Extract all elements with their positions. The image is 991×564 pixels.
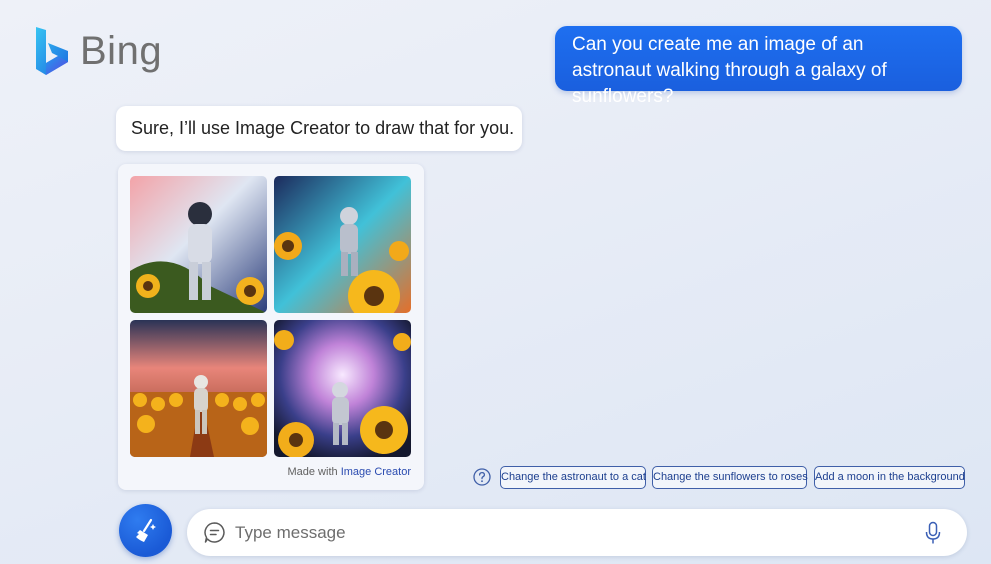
suggestion-chip-cat[interactable]: Change the astronaut to a cat bbox=[500, 466, 646, 489]
microphone-icon[interactable] bbox=[925, 521, 941, 545]
bing-logo: Bing bbox=[34, 25, 162, 77]
generated-image-2[interactable] bbox=[274, 176, 411, 313]
bing-b-icon bbox=[36, 27, 68, 75]
user-message-bubble: Can you create me an image of an astrona… bbox=[555, 26, 962, 107]
generated-image-1[interactable] bbox=[130, 176, 267, 313]
astronaut-sunflowers-image bbox=[130, 176, 267, 313]
astronaut-sunflowers-image bbox=[274, 320, 411, 457]
broom-icon bbox=[135, 518, 156, 542]
help-icon[interactable] bbox=[473, 468, 491, 486]
new-topic-button[interactable] bbox=[119, 504, 172, 557]
bot-message-bubble: Sure, I’ll use Image Creator to draw tha… bbox=[116, 106, 522, 151]
message-input[interactable] bbox=[235, 509, 895, 556]
image-credit: Made with Image Creator bbox=[287, 466, 411, 478]
brand-name: Bing bbox=[80, 28, 163, 73]
message-composer bbox=[187, 509, 967, 556]
image-creator-link[interactable]: Image Creator bbox=[341, 466, 411, 478]
astronaut-sunflowers-image bbox=[130, 320, 267, 457]
generated-image-3[interactable] bbox=[130, 320, 267, 457]
credit-prefix: Made with bbox=[287, 466, 341, 478]
suggestion-chip-roses[interactable]: Change the sunflowers to roses bbox=[652, 466, 808, 489]
chat-bubble-icon bbox=[204, 522, 225, 543]
image-creator-card: Made with Image Creator bbox=[118, 164, 424, 490]
astronaut-sunflowers-image bbox=[274, 176, 411, 313]
generated-image-4[interactable] bbox=[274, 320, 411, 457]
suggestion-chip-moon[interactable]: Add a moon in the background bbox=[814, 466, 965, 489]
